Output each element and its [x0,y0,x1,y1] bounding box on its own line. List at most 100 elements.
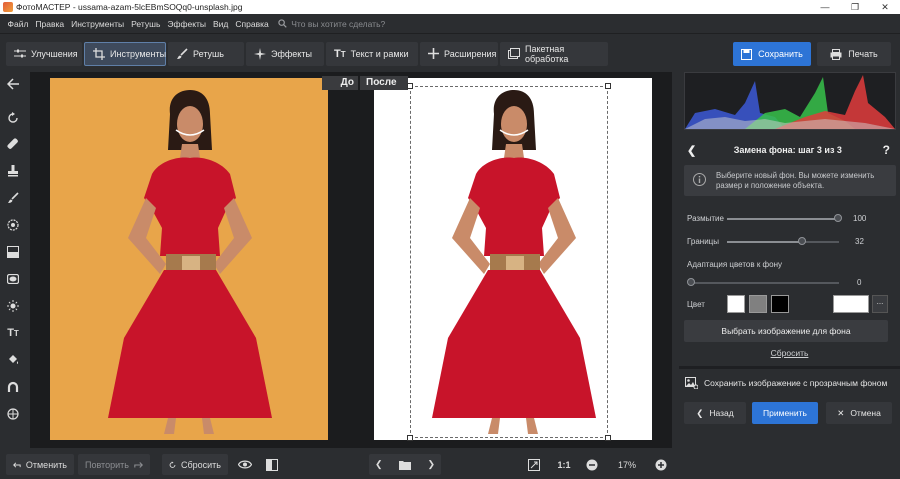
swatch-gray[interactable] [749,295,767,313]
menu-effects[interactable]: Эффекты [164,19,210,29]
reset-link[interactable]: Сбросить [679,348,900,358]
zoom-in-icon[interactable] [654,454,668,475]
eye-icon[interactable] [236,454,254,475]
color-adapt-value: 0 [857,278,862,287]
printer-icon [830,48,842,60]
color-adapt-slider-knob[interactable] [687,278,695,286]
stamp-icon[interactable] [4,162,22,180]
menu-view[interactable]: Вид [210,19,232,29]
tab-effects-label: Эффекты [271,48,312,59]
cancel-button[interactable]: ✕ Отмена [826,402,892,424]
tab-retouch[interactable]: Ретушь [168,41,244,66]
tab-effects[interactable]: Эффекты [246,41,324,66]
edges-value: 32 [855,237,864,246]
tab-tools-label: Инструменты [110,48,167,59]
window-title: ФотоМАСТЕР - ussama-azam-5lcEBmSOQq0-uns… [16,2,243,12]
undo-button[interactable]: Отменить [6,454,74,475]
cancel-x-icon: ✕ [837,407,845,418]
tab-tools[interactable]: Инструменты [84,41,167,66]
blur-value: 100 [853,214,867,223]
panel-title: Замена фона: шаг 3 из 3 [733,145,842,155]
fill-bucket-icon[interactable] [4,351,22,369]
title-bar: ФотоМАСТЕР - ussama-azam-5lcEBmSOQq0-uns… [0,0,900,14]
resize-handle-tr[interactable] [605,83,611,89]
tab-improvements[interactable]: Улучшения [6,41,82,66]
vignette-icon[interactable] [4,270,22,288]
prev-image-icon[interactable]: ❮ [375,459,383,470]
light-icon[interactable] [4,297,22,315]
menu-retouch[interactable]: Ретушь [128,19,164,29]
back-label: Назад [709,408,734,418]
resize-handle-tl[interactable] [407,83,413,89]
tab-extensions[interactable]: Расширения [420,41,498,66]
next-image-icon[interactable]: ❯ [427,459,435,470]
redo-button[interactable]: Повторить [78,454,150,475]
blur-slider-knob[interactable] [834,214,842,222]
save-transparent-label: Сохранить изображение с прозрачным фоном [704,378,888,388]
color-adapt-slider[interactable] [689,282,839,284]
back-chevron-icon: ❮ [696,407,704,418]
after-label: После [360,76,408,90]
minimize-icon[interactable]: — [810,0,840,14]
reset-button[interactable]: Сбросить [162,454,228,475]
heal-icon[interactable] [4,135,22,153]
tab-text-frames[interactable]: TT Текст и рамки [326,41,418,66]
save-button[interactable]: Сохранить [733,42,811,66]
actual-size-button[interactable]: 1:1 [556,454,572,475]
tab-retouch-label: Ретушь [193,48,224,59]
photo-canvas[interactable]: До После [30,72,672,448]
resize-handle-bl[interactable] [407,435,413,441]
save-label: Сохранить [758,49,803,59]
close-icon[interactable]: ✕ [870,0,900,14]
back-button[interactable]: ❮ Назад [684,402,746,424]
floppy-icon [741,48,753,60]
zoom-value: 17% [617,459,636,470]
menu-file[interactable]: Файл [4,19,32,29]
edges-label: Границы [687,237,719,246]
brush-tool-icon[interactable] [4,189,22,207]
redo-icon [134,461,143,468]
swatch-white[interactable] [727,295,745,313]
tab-text-frames-label: Текст и рамки [350,48,409,59]
rotate-icon[interactable] [4,109,22,127]
help-icon[interactable]: ? [883,143,890,157]
back-arrow-icon[interactable] [4,75,22,93]
folder-icon[interactable] [399,460,411,470]
horseshoe-icon[interactable] [4,378,22,396]
tab-extensions-label: Расширения [444,48,497,59]
reset-label: Сбросить [180,459,221,470]
apply-button[interactable]: Применить [752,402,818,424]
histogram [684,72,896,130]
menu-tools[interactable]: Инструменты [68,19,128,29]
reset-icon [169,461,176,468]
globe-icon[interactable] [4,405,22,423]
selection-frame[interactable] [407,83,611,441]
zoom-out-icon[interactable] [585,454,599,475]
gradient-icon[interactable] [4,243,22,261]
tab-batch[interactable]: Пакетная обработка [500,41,608,66]
print-button[interactable]: Печать [817,42,891,66]
radial-filter-icon[interactable] [4,216,22,234]
resize-handle-br[interactable] [605,435,611,441]
text-tool-icon[interactable]: TT [4,324,22,342]
sliders-icon [14,49,26,57]
edges-slider-knob[interactable] [798,237,806,245]
bottom-bar: Отменить Повторить Сбросить ❮ ❯ 1:1 17% [0,450,680,479]
compare-icon[interactable] [263,454,281,475]
search-placeholder: Что вы хотите сделать? [291,18,386,29]
swatch-black[interactable] [771,295,789,313]
menu-help[interactable]: Справка [232,19,272,29]
choose-background-image-button[interactable]: Выбрать изображение для фона [684,320,888,342]
menu-search[interactable]: Что вы хотите сделать? [278,19,385,29]
batch-icon [508,48,520,59]
color-label: Цвет [687,300,705,309]
file-navigator: ❮ ❯ [369,454,441,475]
save-transparent-button[interactable]: Сохранить изображение с прозрачным фоном [685,377,887,389]
maximize-icon[interactable]: ❐ [840,0,870,14]
more-colors-button[interactable]: ... [872,295,888,313]
current-color-swatch[interactable] [833,295,869,313]
edges-slider-fill [727,241,801,243]
menu-edit[interactable]: Правка [32,19,68,29]
fit-screen-icon[interactable] [526,454,542,475]
panel-back-icon[interactable]: ❮ [687,144,703,157]
